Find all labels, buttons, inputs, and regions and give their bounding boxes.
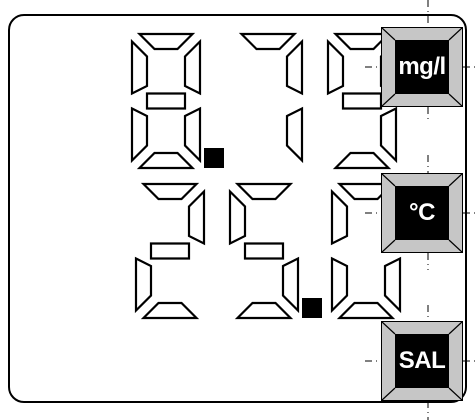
segment-f xyxy=(330,188,349,246)
celsius-label: °C xyxy=(409,199,435,226)
segment-b xyxy=(183,38,202,96)
secondary-reading xyxy=(134,182,402,320)
button-face: SAL xyxy=(395,334,449,388)
decimal-point xyxy=(302,298,322,318)
decimal-point xyxy=(204,148,224,168)
segment-g xyxy=(145,92,187,110)
segment-a xyxy=(140,182,200,201)
segment-d xyxy=(234,301,294,320)
primary-reading xyxy=(130,32,398,170)
button-face: mg/l xyxy=(395,40,449,94)
digit-2 xyxy=(134,182,206,320)
salinity-button[interactable]: SAL xyxy=(381,321,463,401)
button-face: °C xyxy=(395,186,449,240)
segment-c xyxy=(183,106,202,164)
segment-c xyxy=(285,106,304,164)
segment-c xyxy=(383,256,402,314)
mg-per-liter-button[interactable]: mg/l xyxy=(381,27,463,107)
segment-d xyxy=(140,301,200,320)
segment-f xyxy=(326,38,345,96)
segment-g xyxy=(149,242,191,260)
celsius-button[interactable]: °C xyxy=(381,173,463,253)
segment-a xyxy=(238,32,298,51)
salinity-label: SAL xyxy=(398,347,446,374)
segment-c xyxy=(379,106,398,164)
segment-d xyxy=(136,151,196,170)
segment-c xyxy=(281,256,300,314)
mg-per-liter-label: mg/l xyxy=(398,53,446,80)
digit-7 xyxy=(238,32,304,164)
digit-5 xyxy=(228,182,300,320)
segment-f xyxy=(228,188,247,246)
segment-e xyxy=(330,256,349,314)
segment-g xyxy=(341,92,383,110)
segment-b xyxy=(285,38,304,96)
segment-b xyxy=(187,188,206,246)
segment-e xyxy=(130,106,149,164)
segment-a xyxy=(234,182,294,201)
digit-8 xyxy=(130,32,202,170)
segment-d xyxy=(332,151,392,170)
meter-display: mg/l °C SAL xyxy=(0,0,476,420)
segment-d xyxy=(336,301,396,320)
segment-g xyxy=(243,242,285,260)
segment-e xyxy=(134,256,153,314)
segment-a xyxy=(136,32,196,51)
segment-f xyxy=(130,38,149,96)
